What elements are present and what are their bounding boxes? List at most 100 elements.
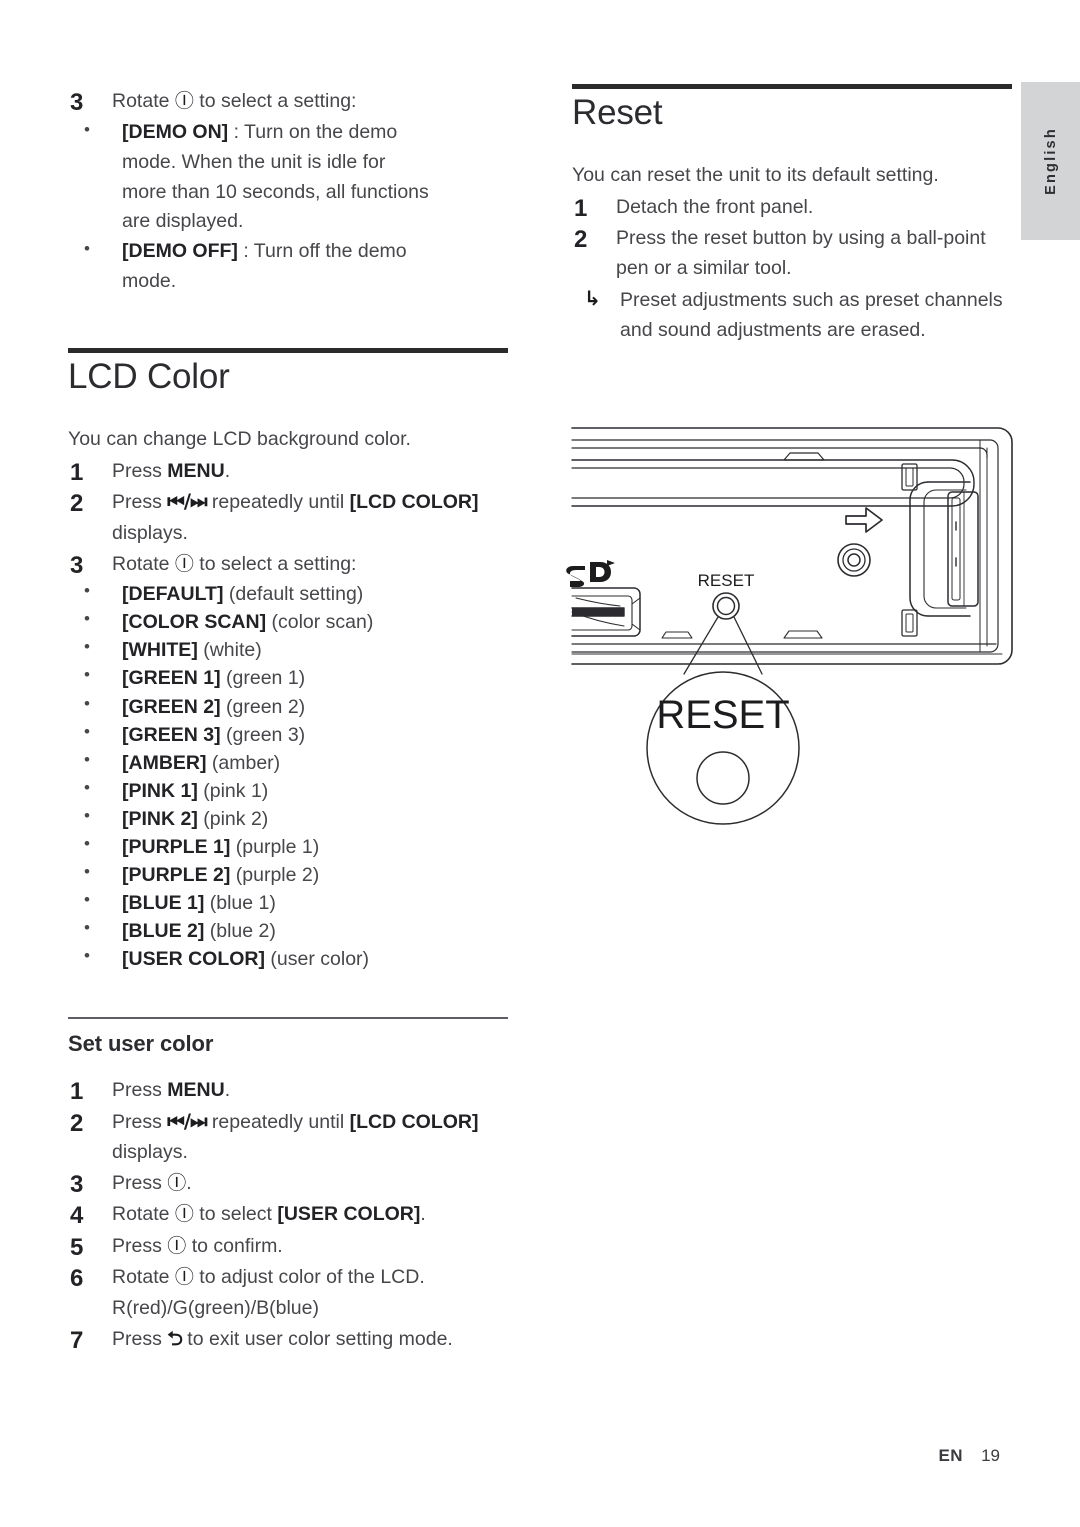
step-text: Press	[112, 460, 168, 483]
step-number: 6	[70, 1265, 84, 1293]
step-text: .	[224, 1079, 231, 1102]
step-text: Press	[112, 1110, 168, 1133]
left-column: 3 Rotate Ⓘ to select a setting: [DEMO ON]…	[68, 86, 508, 1355]
list-item: [PURPLE 2] (purple 2)	[68, 860, 508, 889]
demo-step-list: 3 Rotate Ⓘ to select a setting:	[68, 86, 508, 116]
button-label-menu: MENU	[167, 1079, 225, 1102]
step-number: 3	[70, 551, 84, 579]
page-title-lcd-color: LCD Color	[68, 357, 230, 397]
list-item: [BLUE 1] (blue 1)	[68, 888, 508, 917]
option-desc: (color scan)	[271, 611, 374, 634]
button-label-menu: MENU	[167, 460, 225, 483]
reset-intro: You can reset the unit to its default se…	[572, 163, 939, 186]
step-item: 2 Press ⏮/⏭ repeatedly until [LCD COLOR] …	[68, 1107, 508, 1167]
list-item: [WHITE] (white)	[68, 635, 508, 664]
step-item: 3 Rotate Ⓘ to select a setting:	[68, 86, 508, 116]
list-item: [DEMO ON] : Turn on the demo	[68, 117, 508, 148]
step-item: 3 Press Ⓘ.	[68, 1168, 508, 1198]
step-text-before: Rotate	[112, 90, 175, 112]
list-item: [BLUE 2] (blue 2)	[68, 916, 508, 945]
list-item-continuation: are displayed.	[68, 207, 508, 237]
option-desc: (default setting)	[228, 583, 364, 606]
subsection-title-set-user-color: Set user color	[68, 1031, 214, 1057]
step-text: repeatedly until	[206, 1110, 350, 1133]
option-code: [PINK 1]	[122, 779, 198, 802]
list-item: [PURPLE 1] (purple 1)	[68, 832, 508, 861]
step-text: Rotate	[112, 1266, 175, 1289]
step-text: Press the reset button by using a ball-p…	[616, 227, 986, 280]
knob-icon: Ⓘ	[167, 1234, 187, 1257]
option-code: [BLUE 2]	[122, 920, 205, 943]
option-desc: (pink 1)	[203, 779, 269, 802]
continuation-line: mode. When the unit is idle for	[122, 151, 386, 174]
step-item: 1 Press MENU.	[68, 456, 508, 486]
option-desc: (green 2)	[226, 695, 306, 718]
option-desc: (white)	[203, 639, 262, 662]
option-desc: (purple 2)	[235, 864, 320, 887]
step-text-after: to select a setting:	[193, 90, 357, 112]
step-text: Press	[112, 1172, 168, 1194]
step-text: Press	[112, 491, 168, 514]
step-text: Press	[112, 1079, 168, 1102]
step-item: 1 Press MENU.	[68, 1075, 508, 1105]
step-item: 4 Rotate Ⓘ to select [USER COLOR].	[68, 1199, 508, 1229]
step-item: 5 Press Ⓘ to confirm.	[68, 1231, 508, 1261]
option-code: [DEFAULT]	[122, 583, 224, 606]
menu-item-lcd-color: [LCD COLOR]	[349, 491, 479, 514]
demo-options-list: [DEMO ON] : Turn on the demo mode. When …	[68, 117, 508, 296]
step-text: Rotate	[112, 1203, 175, 1226]
lcd-color-intro: You can change LCD background color.	[68, 427, 411, 450]
step-number: 3	[70, 89, 84, 116]
menu-item-user-color: [USER COLOR]	[277, 1203, 421, 1226]
sd-logo-icon	[566, 560, 615, 587]
set-user-color-steps: 1 Press MENU. 2 Press ⏮/⏭ repeatedly until…	[68, 1075, 508, 1354]
list-item-continuation: more than 10 seconds, all functions	[68, 178, 508, 208]
continuation-line: more than 10 seconds, all functions	[122, 180, 429, 203]
list-item: [PINK 1] (pink 1)	[68, 776, 508, 805]
option-code: [COLOR SCAN]	[122, 611, 267, 634]
option-desc: (amber)	[211, 751, 281, 774]
knob-icon: Ⓘ	[174, 1266, 194, 1289]
page-title-reset: Reset	[572, 93, 663, 132]
step-text: displays.	[112, 1140, 188, 1163]
footer-page-number: 19	[981, 1446, 1000, 1465]
option-code: [AMBER]	[122, 751, 207, 774]
step-item: 6 Rotate Ⓘ to adjust color of the LCD. R(r…	[68, 1262, 508, 1323]
continuation-line: are displayed.	[122, 210, 244, 233]
list-item: [GREEN 2] (green 2)	[68, 692, 508, 721]
step-number: 2	[70, 490, 84, 518]
step-item: 2 Press the reset button by using a ball-…	[572, 223, 1012, 283]
reset-small-label: RESET	[698, 571, 755, 590]
option-desc: (pink 2)	[203, 807, 269, 830]
option-code: [DEMO OFF]	[122, 239, 238, 262]
step-item: 7 Press ⮌ to exit user color setting mode…	[68, 1324, 508, 1354]
knob-icon: Ⓘ	[174, 552, 194, 575]
option-code: [BLUE 1]	[122, 892, 205, 915]
step-text: to select	[193, 1203, 278, 1226]
reset-steps: 1 Detach the front panel. 2 Press the rese…	[572, 192, 1012, 284]
step-number: 7	[70, 1326, 84, 1354]
step-item: 2 Press ⏮/⏭ repeatedly until [LCD COLOR] …	[68, 487, 508, 547]
knob-icon: Ⓘ	[167, 1172, 187, 1194]
step-text: Press	[112, 1234, 168, 1257]
option-desc: (user color)	[270, 948, 370, 971]
option-code: [PURPLE 1]	[122, 835, 231, 858]
step-text: displays.	[112, 521, 188, 544]
lcd-color-options-list: [DEFAULT] (default setting) [COLOR SCAN]…	[68, 579, 508, 973]
list-item: [DEMO OFF] : Turn off the demo	[68, 236, 508, 267]
note-text: Preset adjustments such as preset channe…	[620, 288, 1003, 341]
section-rule	[68, 348, 508, 354]
option-desc: (green 1)	[226, 667, 306, 690]
option-code: [DEMO ON]	[122, 121, 229, 144]
reset-note-list: Preset adjustments such as preset channe…	[572, 283, 1012, 345]
list-item: [DEFAULT] (default setting)	[68, 579, 508, 608]
step-text: .	[224, 460, 231, 483]
step-text: repeatedly until	[206, 491, 350, 514]
return-back-icon: ⮌	[167, 1326, 183, 1350]
list-item-continuation: mode. When the unit is idle for	[68, 148, 508, 178]
option-code: [PURPLE 2]	[122, 864, 231, 887]
step-text: to exit user color setting mode.	[181, 1327, 453, 1350]
step-text: to select a setting:	[193, 552, 357, 575]
skip-prev-next-icon: ⏮/⏭	[167, 1109, 207, 1133]
list-item: [GREEN 3] (green 3)	[68, 720, 508, 749]
